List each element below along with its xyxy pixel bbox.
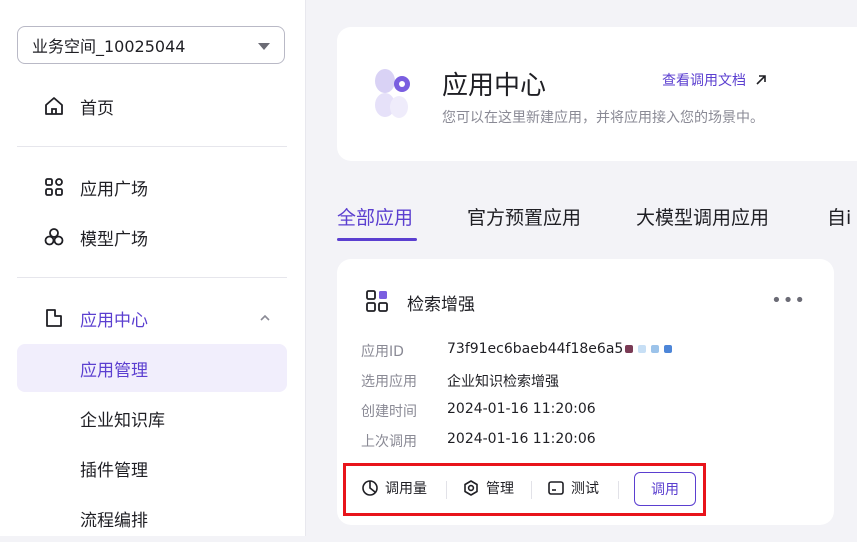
nav-app-management-label: 应用管理	[80, 360, 148, 381]
nav-model-plaza[interactable]: 模型广场	[17, 213, 287, 261]
more-options-icon[interactable]: •••	[771, 290, 806, 311]
divider	[531, 481, 532, 499]
field-value: 73f91ec6baeb44f18e6a5	[447, 341, 677, 357]
nav-workflow-label: 流程编排	[80, 510, 148, 531]
app-card: 检索增强 ••• 应用ID 73f91ec6baeb44f18e6a5 选用应用…	[337, 259, 834, 525]
field-value: 2024-01-16 11:20:06	[447, 401, 596, 417]
doc-link-label: 查看调用文档	[662, 73, 746, 89]
field-value: 2024-01-16 11:20:06	[447, 431, 596, 447]
sidebar: 业务空间_10025044 首页 应用广场 模型广场 应用中心 应用管理 企业知…	[0, 0, 306, 536]
nav-home[interactable]: 首页	[17, 82, 287, 130]
usage-label: 调用量	[385, 481, 427, 497]
field-value: 企业知识检索增强	[447, 374, 559, 390]
chevron-up-icon[interactable]	[259, 312, 271, 324]
field-label: 应用ID	[361, 344, 404, 360]
page-description: 您可以在这里新建应用，并将应用接入您的场景中。	[442, 110, 764, 126]
model-icon	[44, 228, 64, 246]
field-label: 选用应用	[361, 374, 417, 390]
app-actions: 调用量 管理 测试 调用	[361, 471, 781, 507]
active-tab-indicator	[337, 238, 417, 241]
field-label: 创建时间	[361, 404, 417, 420]
nav-knowledge-base[interactable]: 企业知识库	[17, 394, 287, 442]
nav-app-plaza[interactable]: 应用广场	[17, 163, 287, 211]
main-content: 应用中心 您可以在这里新建应用，并将应用接入您的场景中。 查看调用文档 全部应用…	[306, 0, 857, 536]
workspace-select[interactable]: 业务空间_10025044	[17, 26, 285, 64]
nav-app-management[interactable]: 应用管理	[17, 344, 287, 392]
test-label: 测试	[571, 481, 599, 497]
external-link-icon	[756, 75, 766, 85]
divider	[17, 277, 287, 278]
app-id-value: 73f91ec6baeb44f18e6a5	[447, 341, 624, 357]
divider	[17, 146, 287, 147]
header-card: 应用中心 您可以在这里新建应用，并将应用接入您的场景中。 查看调用文档	[337, 27, 857, 161]
app-center-illustration-icon	[375, 69, 410, 118]
nav-app-center-label: 应用中心	[80, 310, 148, 331]
manage-label: 管理	[486, 481, 514, 497]
nav-plugin-management[interactable]: 插件管理	[17, 444, 287, 492]
nav-plugin-management-label: 插件管理	[80, 460, 148, 481]
tab-official-apps[interactable]: 官方预置应用	[467, 203, 581, 230]
workspace-name: 业务空间_10025044	[32, 37, 186, 56]
tab-all-apps[interactable]: 全部应用	[337, 203, 413, 230]
document-icon	[46, 309, 62, 327]
nav-home-label: 首页	[80, 98, 114, 119]
nav-model-plaza-label: 模型广场	[80, 229, 148, 250]
pie-chart-icon	[362, 480, 378, 496]
field-label: 上次调用	[361, 434, 417, 450]
divider	[446, 481, 447, 499]
settings-icon	[464, 480, 478, 496]
nav-app-center[interactable]: 应用中心	[17, 294, 287, 342]
tab-llm-apps[interactable]: 大模型调用应用	[636, 203, 769, 230]
nav-workflow[interactable]: 流程编排	[17, 494, 287, 542]
app-name: 检索增强	[407, 295, 475, 315]
usage-button[interactable]: 调用量	[361, 478, 427, 498]
divider	[618, 481, 619, 499]
nav-app-plaza-label: 应用广场	[80, 179, 148, 200]
grid-icon	[45, 178, 63, 196]
redacted-mark	[625, 341, 677, 357]
tab-custom-apps[interactable]: 自i	[827, 203, 851, 230]
call-button[interactable]: 调用	[634, 472, 696, 506]
page-title: 应用中心	[442, 71, 547, 101]
nav-knowledge-base-label: 企业知识库	[80, 410, 165, 431]
retrieval-app-icon	[366, 290, 388, 312]
home-icon	[45, 97, 63, 115]
terminal-icon	[548, 481, 564, 495]
caret-down-icon	[258, 43, 270, 50]
doc-link[interactable]: 查看调用文档	[662, 70, 768, 90]
tab-bar: 全部应用 官方预置应用 大模型调用应用 自i	[337, 195, 857, 241]
test-button[interactable]: 测试	[547, 478, 599, 498]
manage-button[interactable]: 管理	[462, 478, 514, 498]
